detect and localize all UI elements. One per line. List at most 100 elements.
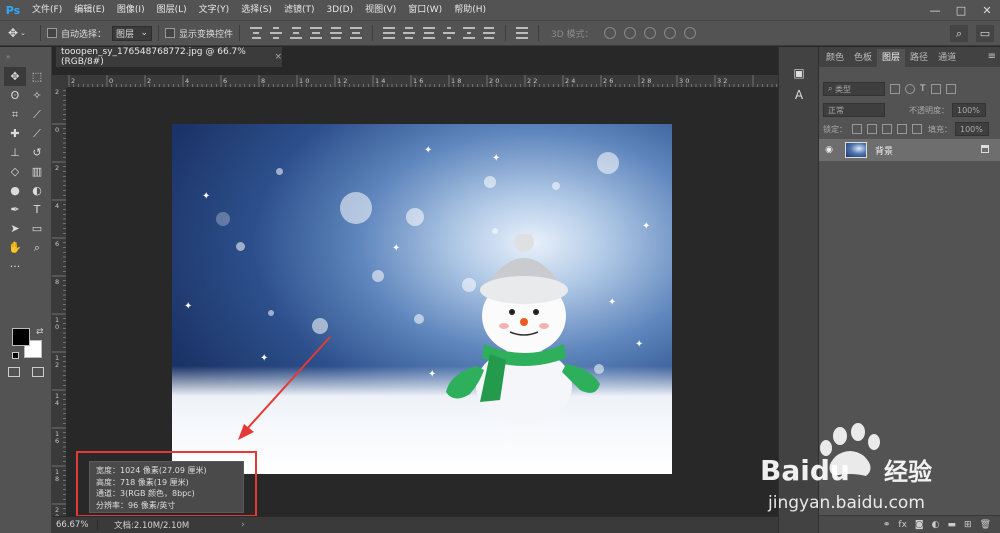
- new-group-icon[interactable]: ▬: [948, 520, 957, 530]
- show-transform-checkbox[interactable]: 显示变换控件: [165, 27, 233, 40]
- close-window-button[interactable]: ✕: [974, 0, 1000, 20]
- lock-position-icon[interactable]: [882, 124, 892, 134]
- lock-all-icon[interactable]: [912, 124, 922, 134]
- healing-brush-tool-icon[interactable]: ✚: [4, 124, 26, 143]
- more-tools-icon[interactable]: ···: [4, 257, 26, 276]
- rotate-3d-icon[interactable]: [603, 27, 616, 39]
- zoom-level[interactable]: 66.67%: [52, 520, 98, 530]
- filter-shape-icon[interactable]: [930, 84, 941, 94]
- magic-wand-tool-icon[interactable]: ✧: [26, 86, 48, 105]
- menu-filter[interactable]: 滤镜(T): [278, 0, 321, 20]
- auto-select-dropdown[interactable]: 图层 ⌄: [112, 25, 153, 41]
- filter-smart-object-icon[interactable]: [945, 84, 956, 94]
- eyedropper-tool-icon[interactable]: ⟋: [26, 105, 48, 124]
- eraser-tool-icon[interactable]: ◇: [4, 162, 26, 181]
- distribute-vcenter-icon[interactable]: [402, 27, 416, 39]
- document-size[interactable]: 文档:2.10M/2.10M: [114, 519, 189, 531]
- delete-layer-icon[interactable]: 🗑: [980, 520, 991, 530]
- panel-menu-icon[interactable]: ≡: [988, 51, 996, 62]
- menu-edit[interactable]: 编辑(E): [68, 0, 111, 20]
- distribute-hcenter-icon[interactable]: [462, 27, 476, 39]
- distribute-right-icon[interactable]: [482, 27, 496, 39]
- align-hcenter-icon[interactable]: [329, 27, 343, 39]
- menu-select[interactable]: 选择(S): [235, 0, 278, 20]
- ruler-origin[interactable]: [52, 75, 67, 88]
- align-top-icon[interactable]: [249, 27, 263, 39]
- type-tool-icon[interactable]: T: [26, 200, 48, 219]
- default-colors-icon[interactable]: [12, 352, 19, 359]
- menu-file[interactable]: 文件(F): [26, 0, 68, 20]
- roll-3d-icon[interactable]: [623, 27, 636, 39]
- menu-view[interactable]: 视图(V): [359, 0, 402, 20]
- tab-channels[interactable]: 通道: [933, 49, 961, 67]
- swap-colors-icon[interactable]: ⇄: [36, 327, 44, 337]
- close-tab-icon[interactable]: ×: [274, 52, 282, 62]
- scale-3d-icon[interactable]: [683, 27, 696, 39]
- lasso-tool-icon[interactable]: ʘ: [4, 86, 26, 105]
- character-panel-icon[interactable]: A: [791, 87, 807, 103]
- foreground-color-swatch[interactable]: [12, 328, 30, 346]
- filter-type-icon[interactable]: T: [920, 84, 926, 94]
- distribute-left-icon[interactable]: [442, 27, 456, 39]
- vertical-ruler[interactable]: 202468101214161820: [52, 88, 67, 516]
- align-bottom-icon[interactable]: [289, 27, 303, 39]
- move-tool-icon[interactable]: ✥: [4, 67, 26, 86]
- search-icon[interactable]: ⌕: [950, 25, 968, 42]
- menu-window[interactable]: 窗口(W): [402, 0, 448, 20]
- distribute-top-icon[interactable]: [382, 27, 396, 39]
- status-menu-arrow[interactable]: ›: [241, 520, 244, 530]
- path-selection-tool-icon[interactable]: ➤: [4, 219, 26, 238]
- eye-icon[interactable]: ◉: [819, 145, 839, 155]
- menu-help[interactable]: 帮助(H): [448, 0, 492, 20]
- move-tool-preset-icon[interactable]: ✥ ⌄: [0, 26, 34, 40]
- rectangle-tool-icon[interactable]: ▭: [26, 219, 48, 238]
- history-brush-tool-icon[interactable]: ↺: [26, 143, 48, 162]
- zoom-tool-icon[interactable]: ⌕: [26, 238, 48, 257]
- collapse-toolbar-icon[interactable]: »: [6, 53, 10, 61]
- document-tab[interactable]: tooopen_sy_176548768772.jpg @ 66.7%(RGB/…: [56, 47, 282, 67]
- add-mask-icon[interactable]: ◙: [915, 520, 924, 530]
- tab-color[interactable]: 颜色: [821, 49, 849, 67]
- layer-style-icon[interactable]: fx: [898, 520, 907, 530]
- maximize-button[interactable]: □: [948, 0, 974, 20]
- minimize-button[interactable]: —: [922, 0, 948, 20]
- blur-tool-icon[interactable]: ●: [4, 181, 26, 200]
- drag-3d-icon[interactable]: [643, 27, 656, 39]
- pen-tool-icon[interactable]: ✒: [4, 200, 26, 219]
- tab-paths[interactable]: 路径: [905, 49, 933, 67]
- dodge-tool-icon[interactable]: ◐: [26, 181, 48, 200]
- menu-type[interactable]: 文字(Y): [193, 0, 236, 20]
- marquee-tool-icon[interactable]: ⬚: [26, 67, 48, 86]
- crop-tool-icon[interactable]: ⌗: [4, 105, 26, 124]
- link-layers-icon[interactable]: ⚭: [883, 520, 891, 530]
- screen-mode-icon[interactable]: [32, 367, 44, 377]
- filter-adjustment-icon[interactable]: [905, 84, 915, 94]
- horizontal-ruler[interactable]: 2 0 2 4 6 8 1 0 1 2 1 4 1 6 1 8 2 0 2 2 2 4 2 6 2 8 3 0 3…: [67, 75, 778, 88]
- distribute-bottom-icon[interactable]: [422, 27, 436, 39]
- menu-3d[interactable]: 3D(D): [320, 0, 359, 20]
- gradient-tool-icon[interactable]: ▥: [26, 162, 48, 181]
- workspace-icon[interactable]: ▭: [976, 25, 994, 42]
- fill-input[interactable]: 100%: [955, 122, 989, 136]
- brush-tool-icon[interactable]: ⟋: [26, 124, 48, 143]
- layer-row-background[interactable]: ◉ 背景: [819, 139, 1000, 161]
- properties-panel-icon[interactable]: ▣: [791, 65, 807, 81]
- new-layer-icon[interactable]: ⊞: [964, 520, 972, 530]
- align-left-icon[interactable]: [309, 27, 323, 39]
- hand-tool-icon[interactable]: ✋: [4, 238, 26, 257]
- quick-mask-icon[interactable]: [8, 367, 20, 377]
- filter-pixel-icon[interactable]: [890, 84, 900, 94]
- lock-artboard-icon[interactable]: [897, 124, 907, 134]
- menu-image[interactable]: 图像(I): [111, 0, 151, 20]
- tab-swatches[interactable]: 色板: [849, 49, 877, 67]
- align-vcenter-icon[interactable]: [269, 27, 283, 39]
- tab-layers[interactable]: 图层: [877, 49, 906, 67]
- lock-image-icon[interactable]: [867, 124, 877, 134]
- layer-filter-kind-select[interactable]: ⌕ 类型: [823, 82, 885, 96]
- slide-3d-icon[interactable]: [663, 27, 676, 39]
- opacity-input[interactable]: 100%: [952, 103, 986, 117]
- blend-mode-select[interactable]: 正常: [823, 103, 885, 117]
- adjustment-layer-icon[interactable]: ◐: [932, 520, 940, 530]
- lock-transparent-icon[interactable]: [852, 124, 862, 134]
- align-right-icon[interactable]: [349, 27, 363, 39]
